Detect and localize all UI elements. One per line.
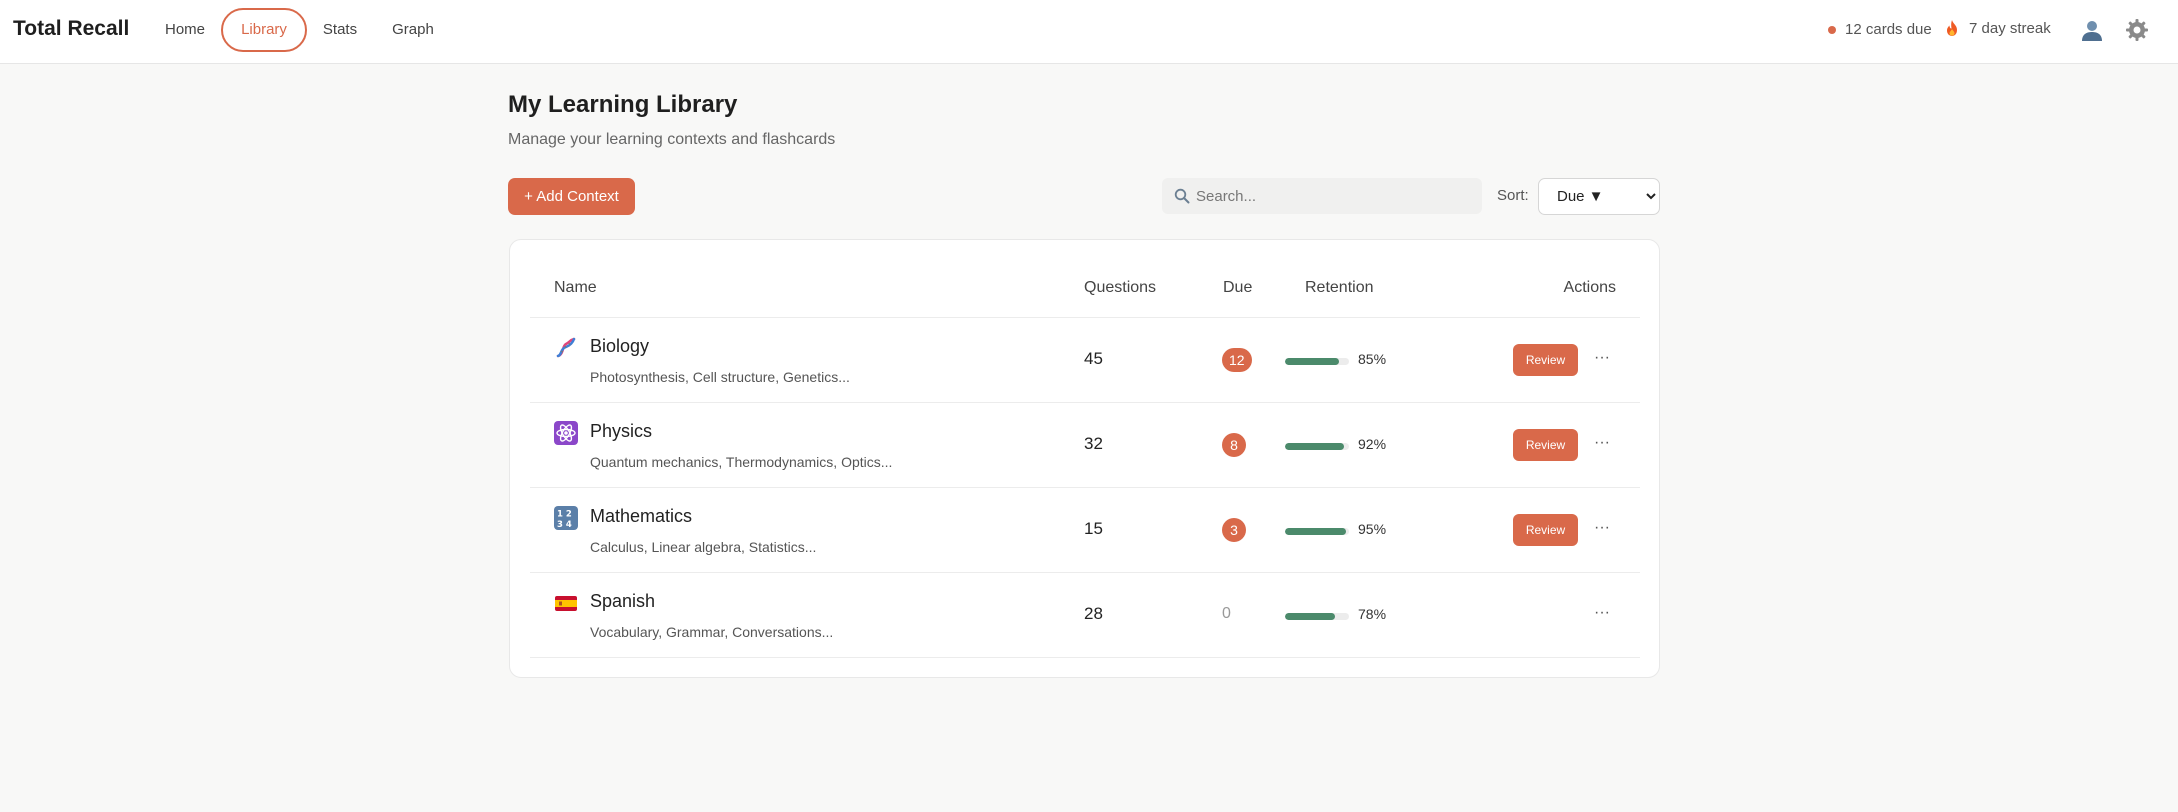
retention-bar — [1285, 613, 1349, 620]
nav-stats[interactable]: Stats — [312, 8, 368, 52]
retention-bar — [1285, 443, 1349, 450]
retention-percent: 85% — [1358, 351, 1387, 367]
page-title: My Learning Library — [508, 91, 738, 118]
more-options-icon[interactable]: ··· — [1590, 348, 1614, 372]
numbers-icon: 1 2 3 4 — [554, 506, 578, 530]
svg-text:3 4: 3 4 — [557, 520, 572, 530]
nav-home[interactable]: Home — [156, 8, 214, 52]
more-options-icon[interactable]: ··· — [1590, 603, 1614, 627]
context-topics: Photosynthesis, Cell structure, Genetics… — [590, 369, 850, 385]
dna-icon — [556, 337, 576, 358]
streak-indicator: 7 day streak — [1944, 19, 2051, 37]
column-header-retention: Retention — [1305, 279, 1374, 296]
retention-bar-fill — [1285, 443, 1344, 450]
table-row[interactable]: Physics Quantum mechanics, Thermodynamic… — [530, 403, 1640, 488]
svg-text:1 2: 1 2 — [557, 510, 572, 520]
column-header-actions: Actions — [1563, 279, 1616, 296]
questions-count: 15 — [1084, 519, 1103, 538]
cards-due-text: 12 cards due — [1845, 21, 1932, 38]
top-nav-bar: Total Recall Home Library Stats Graph 12… — [0, 0, 2178, 64]
sort-select[interactable]: Due ▼ — [1538, 178, 1660, 215]
context-name[interactable]: Biology — [590, 336, 649, 357]
nav-graph[interactable]: Graph — [383, 8, 443, 52]
review-button[interactable]: Review — [1513, 514, 1578, 546]
spain-flag-icon — [555, 596, 577, 611]
column-header-name: Name — [554, 279, 597, 296]
streak-text: 7 day streak — [1969, 19, 2051, 37]
column-header-questions: Questions — [1084, 279, 1157, 296]
retention-bar-fill — [1285, 358, 1340, 365]
context-topics: Quantum mechanics, Thermodynamics, Optic… — [590, 454, 893, 470]
due-count: 0 — [1222, 605, 1231, 622]
atom-icon — [554, 421, 578, 445]
more-options-icon[interactable]: ··· — [1590, 518, 1614, 542]
app-logo-title[interactable]: Total Recall — [13, 17, 129, 41]
context-name[interactable]: Physics — [590, 421, 652, 442]
user-icon[interactable] — [2080, 18, 2104, 42]
page-subtitle: Manage your learning contexts and flashc… — [508, 131, 836, 148]
column-header-due: Due — [1223, 279, 1253, 296]
retention-bar-fill — [1285, 613, 1335, 620]
context-name[interactable]: Mathematics — [590, 506, 692, 527]
table-row[interactable]: Biology Photosynthesis, Cell structure, … — [530, 318, 1640, 403]
search-box[interactable] — [1162, 178, 1482, 214]
more-options-icon[interactable]: ··· — [1590, 433, 1614, 457]
table-header: Name Questions Due Retention Actions — [530, 240, 1640, 318]
due-badge: 12 — [1222, 348, 1252, 372]
retention-percent: 92% — [1358, 436, 1387, 452]
sort-label: Sort: — [1497, 187, 1529, 204]
add-context-button[interactable]: + Add Context — [508, 178, 635, 215]
search-icon — [1174, 188, 1190, 204]
questions-count: 45 — [1084, 349, 1103, 368]
retention-percent: 78% — [1358, 606, 1387, 622]
context-name[interactable]: Spanish — [590, 591, 655, 612]
questions-count: 32 — [1084, 434, 1103, 453]
retention-percent: 95% — [1358, 521, 1387, 537]
nav-library[interactable]: Library — [221, 8, 307, 52]
table-row[interactable]: 1 2 3 4 Mathematics Calculus, Linear alg… — [530, 488, 1640, 573]
review-button[interactable]: Review — [1513, 429, 1578, 461]
gear-icon[interactable] — [2125, 18, 2149, 42]
due-dot-icon — [1828, 25, 1836, 34]
cards-due-indicator[interactable]: 12 cards due — [1828, 21, 1932, 38]
retention-bar-fill — [1285, 528, 1346, 535]
due-badge: 3 — [1222, 518, 1246, 542]
context-topics: Vocabulary, Grammar, Conversations... — [590, 624, 834, 640]
library-table: Name Questions Due Retention Actions Bio… — [509, 239, 1660, 678]
questions-count: 28 — [1084, 604, 1103, 623]
search-input[interactable] — [1196, 187, 1476, 205]
retention-bar — [1285, 358, 1349, 365]
due-badge: 8 — [1222, 433, 1246, 457]
retention-bar — [1285, 528, 1349, 535]
context-topics: Calculus, Linear algebra, Statistics... — [590, 539, 817, 555]
review-button[interactable]: Review — [1513, 344, 1578, 376]
table-row[interactable]: Spanish Vocabulary, Grammar, Conversatio… — [530, 573, 1640, 658]
fire-icon — [1947, 20, 1957, 36]
